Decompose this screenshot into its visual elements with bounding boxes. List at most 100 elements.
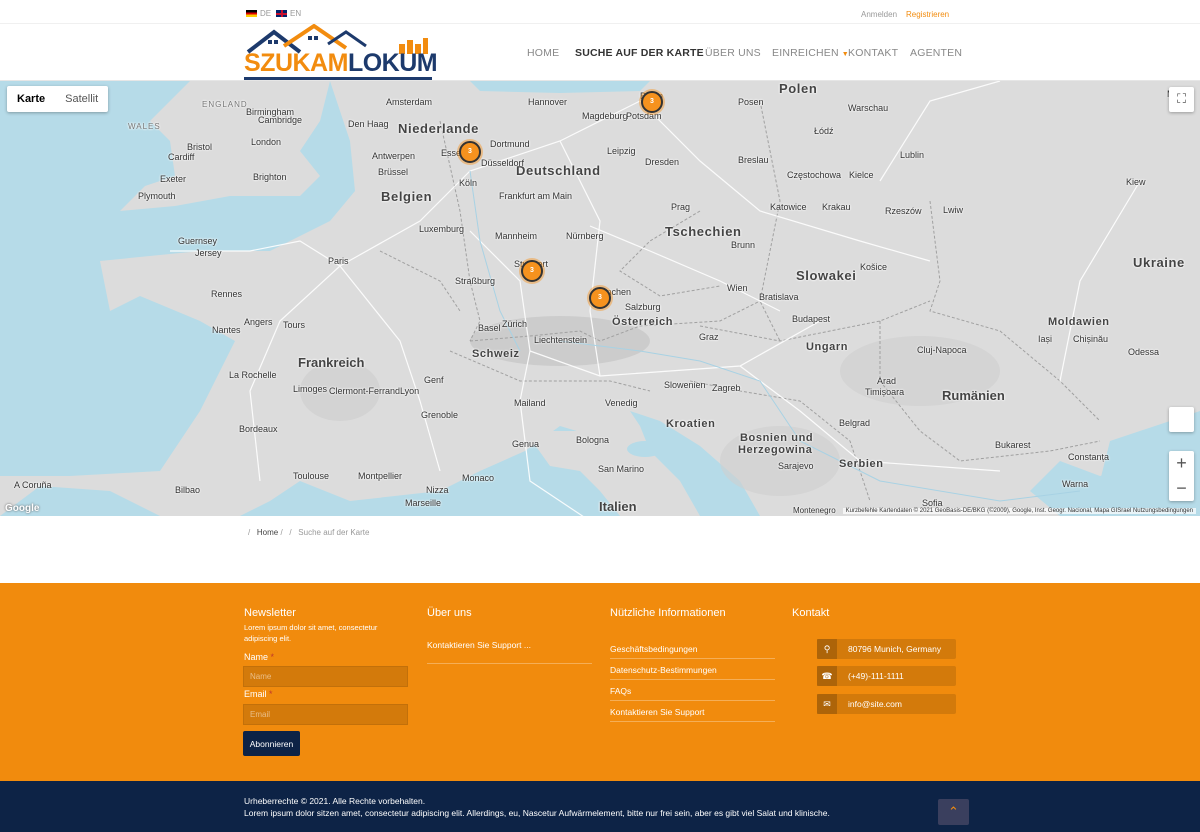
divider bbox=[610, 658, 775, 659]
nav-about[interactable]: ÜBER UNS bbox=[705, 47, 761, 59]
nav-submit-label: EINREICHEN bbox=[772, 47, 839, 59]
city-label: Köln bbox=[459, 178, 478, 188]
city-label: Genf bbox=[424, 375, 444, 385]
fullscreen-icon[interactable]: ⛶ bbox=[1169, 87, 1194, 112]
city-label: Košice bbox=[860, 262, 888, 272]
map-label: Moldawien bbox=[1048, 316, 1110, 328]
city-label: Guernsey bbox=[178, 236, 218, 246]
map-type-map-button[interactable]: Karte bbox=[7, 86, 55, 112]
contact-phone: ☎ (+49)-111-1111 bbox=[817, 666, 956, 686]
contact-address: ⚲ 80796 Munich, Germany bbox=[817, 639, 956, 659]
city-label: Graz bbox=[699, 332, 719, 342]
register-link[interactable]: Registrieren bbox=[906, 10, 949, 19]
about-support-link[interactable]: Kontaktieren Sie Support ... bbox=[427, 640, 531, 650]
city-label: Dresden bbox=[645, 157, 680, 167]
city-label: London bbox=[251, 137, 282, 147]
city-label: Basel bbox=[478, 323, 501, 333]
nav-submit[interactable]: EINREICHEN ▼ bbox=[772, 47, 849, 59]
phone-icon: ☎ bbox=[817, 666, 837, 686]
map-canvas[interactable]: ENGLAND WALES Polen Niederlande Deutschl… bbox=[0, 81, 1200, 516]
marker-cluster[interactable]: 3 bbox=[641, 91, 663, 113]
city-label: Wien bbox=[727, 283, 748, 293]
language-de-label: DE bbox=[260, 9, 272, 18]
breadcrumb-home[interactable]: Home bbox=[257, 528, 278, 537]
bottom-text: Lorem ipsum dolor sitzen amet, consectet… bbox=[244, 808, 830, 819]
city-label: Mannheim bbox=[495, 231, 538, 241]
city-label: Monaco bbox=[462, 473, 495, 483]
map-label: Belgien bbox=[381, 189, 433, 204]
city-label: Odessa bbox=[1128, 347, 1160, 357]
main-header: SZUKAMLOKUM HOME SUCHE AUF DER KARTE ÜBE… bbox=[0, 24, 1200, 81]
city-label: Bologna bbox=[576, 435, 610, 445]
city-label: Zagreb bbox=[712, 383, 741, 393]
copyright-text: Urheberrechte © 2021. Alle Rechte vorbeh… bbox=[244, 796, 426, 806]
breadcrumb: / Home / / Suche auf der Karte bbox=[248, 528, 369, 537]
language-en[interactable]: EN bbox=[276, 9, 301, 18]
newsletter-email-input[interactable] bbox=[243, 704, 408, 725]
map-label: Serbien bbox=[839, 458, 884, 470]
city-label: Łódź bbox=[814, 126, 834, 136]
contact-email-text: info@site.com bbox=[848, 699, 902, 709]
required-mark: * bbox=[269, 689, 273, 699]
nav-map-search[interactable]: SUCHE AUF DER KARTE bbox=[575, 47, 704, 59]
login-link[interactable]: Anmelden bbox=[861, 10, 897, 19]
divider bbox=[427, 663, 592, 664]
city-label: Lublin bbox=[900, 150, 925, 160]
site-logo[interactable]: SZUKAMLOKUM bbox=[244, 24, 438, 81]
nav-contact[interactable]: KONTAKT bbox=[848, 47, 898, 59]
scroll-to-top-icon[interactable]: ⌃ bbox=[938, 799, 969, 825]
language-de[interactable]: DE bbox=[246, 9, 271, 18]
subscribe-button[interactable]: Abonnieren bbox=[243, 731, 300, 756]
zoom-in-icon[interactable]: + bbox=[1169, 451, 1194, 476]
city-label: Brüssel bbox=[378, 167, 409, 177]
divider bbox=[610, 679, 775, 680]
city-label: Warschau bbox=[848, 103, 889, 113]
map-label: Österreich bbox=[612, 316, 674, 328]
city-label: Mailand bbox=[514, 398, 546, 408]
copyright: Urheberrechte © 2021. Alle Rechte vorbeh… bbox=[244, 795, 830, 820]
city-label: Brunn bbox=[731, 240, 756, 250]
city-label: Marseille bbox=[405, 498, 442, 508]
map-type-control: Karte Satellit bbox=[7, 86, 109, 112]
newsletter-name-input[interactable] bbox=[243, 666, 408, 687]
city-label: Luxemburg bbox=[419, 224, 465, 234]
city-label: Venedig bbox=[605, 398, 638, 408]
support-link[interactable]: Kontaktieren Sie Support bbox=[610, 707, 705, 717]
city-label: Prag bbox=[671, 202, 691, 212]
terms-link[interactable]: Geschäftsbedingungen bbox=[610, 644, 697, 654]
city-label: Limoges bbox=[293, 384, 328, 394]
faq-link[interactable]: FAQs bbox=[610, 686, 631, 696]
map-attribution[interactable]: Kurzbefehle Kartendaten © 2021 GeoBasis-… bbox=[842, 508, 1196, 514]
city-label: Slowenien bbox=[664, 380, 706, 390]
city-label: Sarajevo bbox=[778, 461, 814, 471]
map-label: Tschechien bbox=[665, 224, 742, 239]
marker-cluster[interactable]: 3 bbox=[459, 141, 481, 163]
logo-underline bbox=[244, 77, 432, 80]
city-label: Lwiw bbox=[943, 205, 964, 215]
city-label: Zürich bbox=[502, 319, 528, 329]
city-label: Tours bbox=[283, 320, 306, 330]
nav-agents[interactable]: AGENTEN bbox=[910, 47, 962, 59]
city-label: Rennes bbox=[211, 289, 243, 299]
marker-cluster[interactable]: 3 bbox=[589, 287, 611, 309]
map-type-satellite-button[interactable]: Satellit bbox=[55, 86, 108, 112]
map-label: Italien bbox=[599, 499, 637, 514]
city-label: Cluj-Napoca bbox=[917, 345, 967, 355]
breadcrumb-separator: / bbox=[289, 528, 292, 537]
google-logo[interactable]: Google bbox=[5, 503, 39, 514]
map-label: Kroatien bbox=[666, 418, 716, 430]
city-label: A Coruña bbox=[14, 480, 52, 490]
nav-home[interactable]: HOME bbox=[527, 47, 559, 59]
map-label: Montenegro bbox=[793, 506, 836, 515]
zoom-out-icon[interactable]: − bbox=[1169, 476, 1194, 501]
marker-cluster[interactable]: 3 bbox=[521, 260, 543, 282]
map-label: Frankreich bbox=[298, 355, 365, 370]
city-label: Breslau bbox=[738, 155, 769, 165]
privacy-link[interactable]: Datenschutz-Bestimmungen bbox=[610, 665, 717, 675]
city-label: Arad bbox=[877, 376, 897, 386]
city-label: Angers bbox=[244, 317, 273, 327]
pegman-icon[interactable] bbox=[1169, 407, 1194, 432]
breadcrumb-separator: / bbox=[248, 528, 251, 537]
divider bbox=[610, 721, 775, 722]
contact-email[interactable]: ✉ info@site.com bbox=[817, 694, 956, 714]
